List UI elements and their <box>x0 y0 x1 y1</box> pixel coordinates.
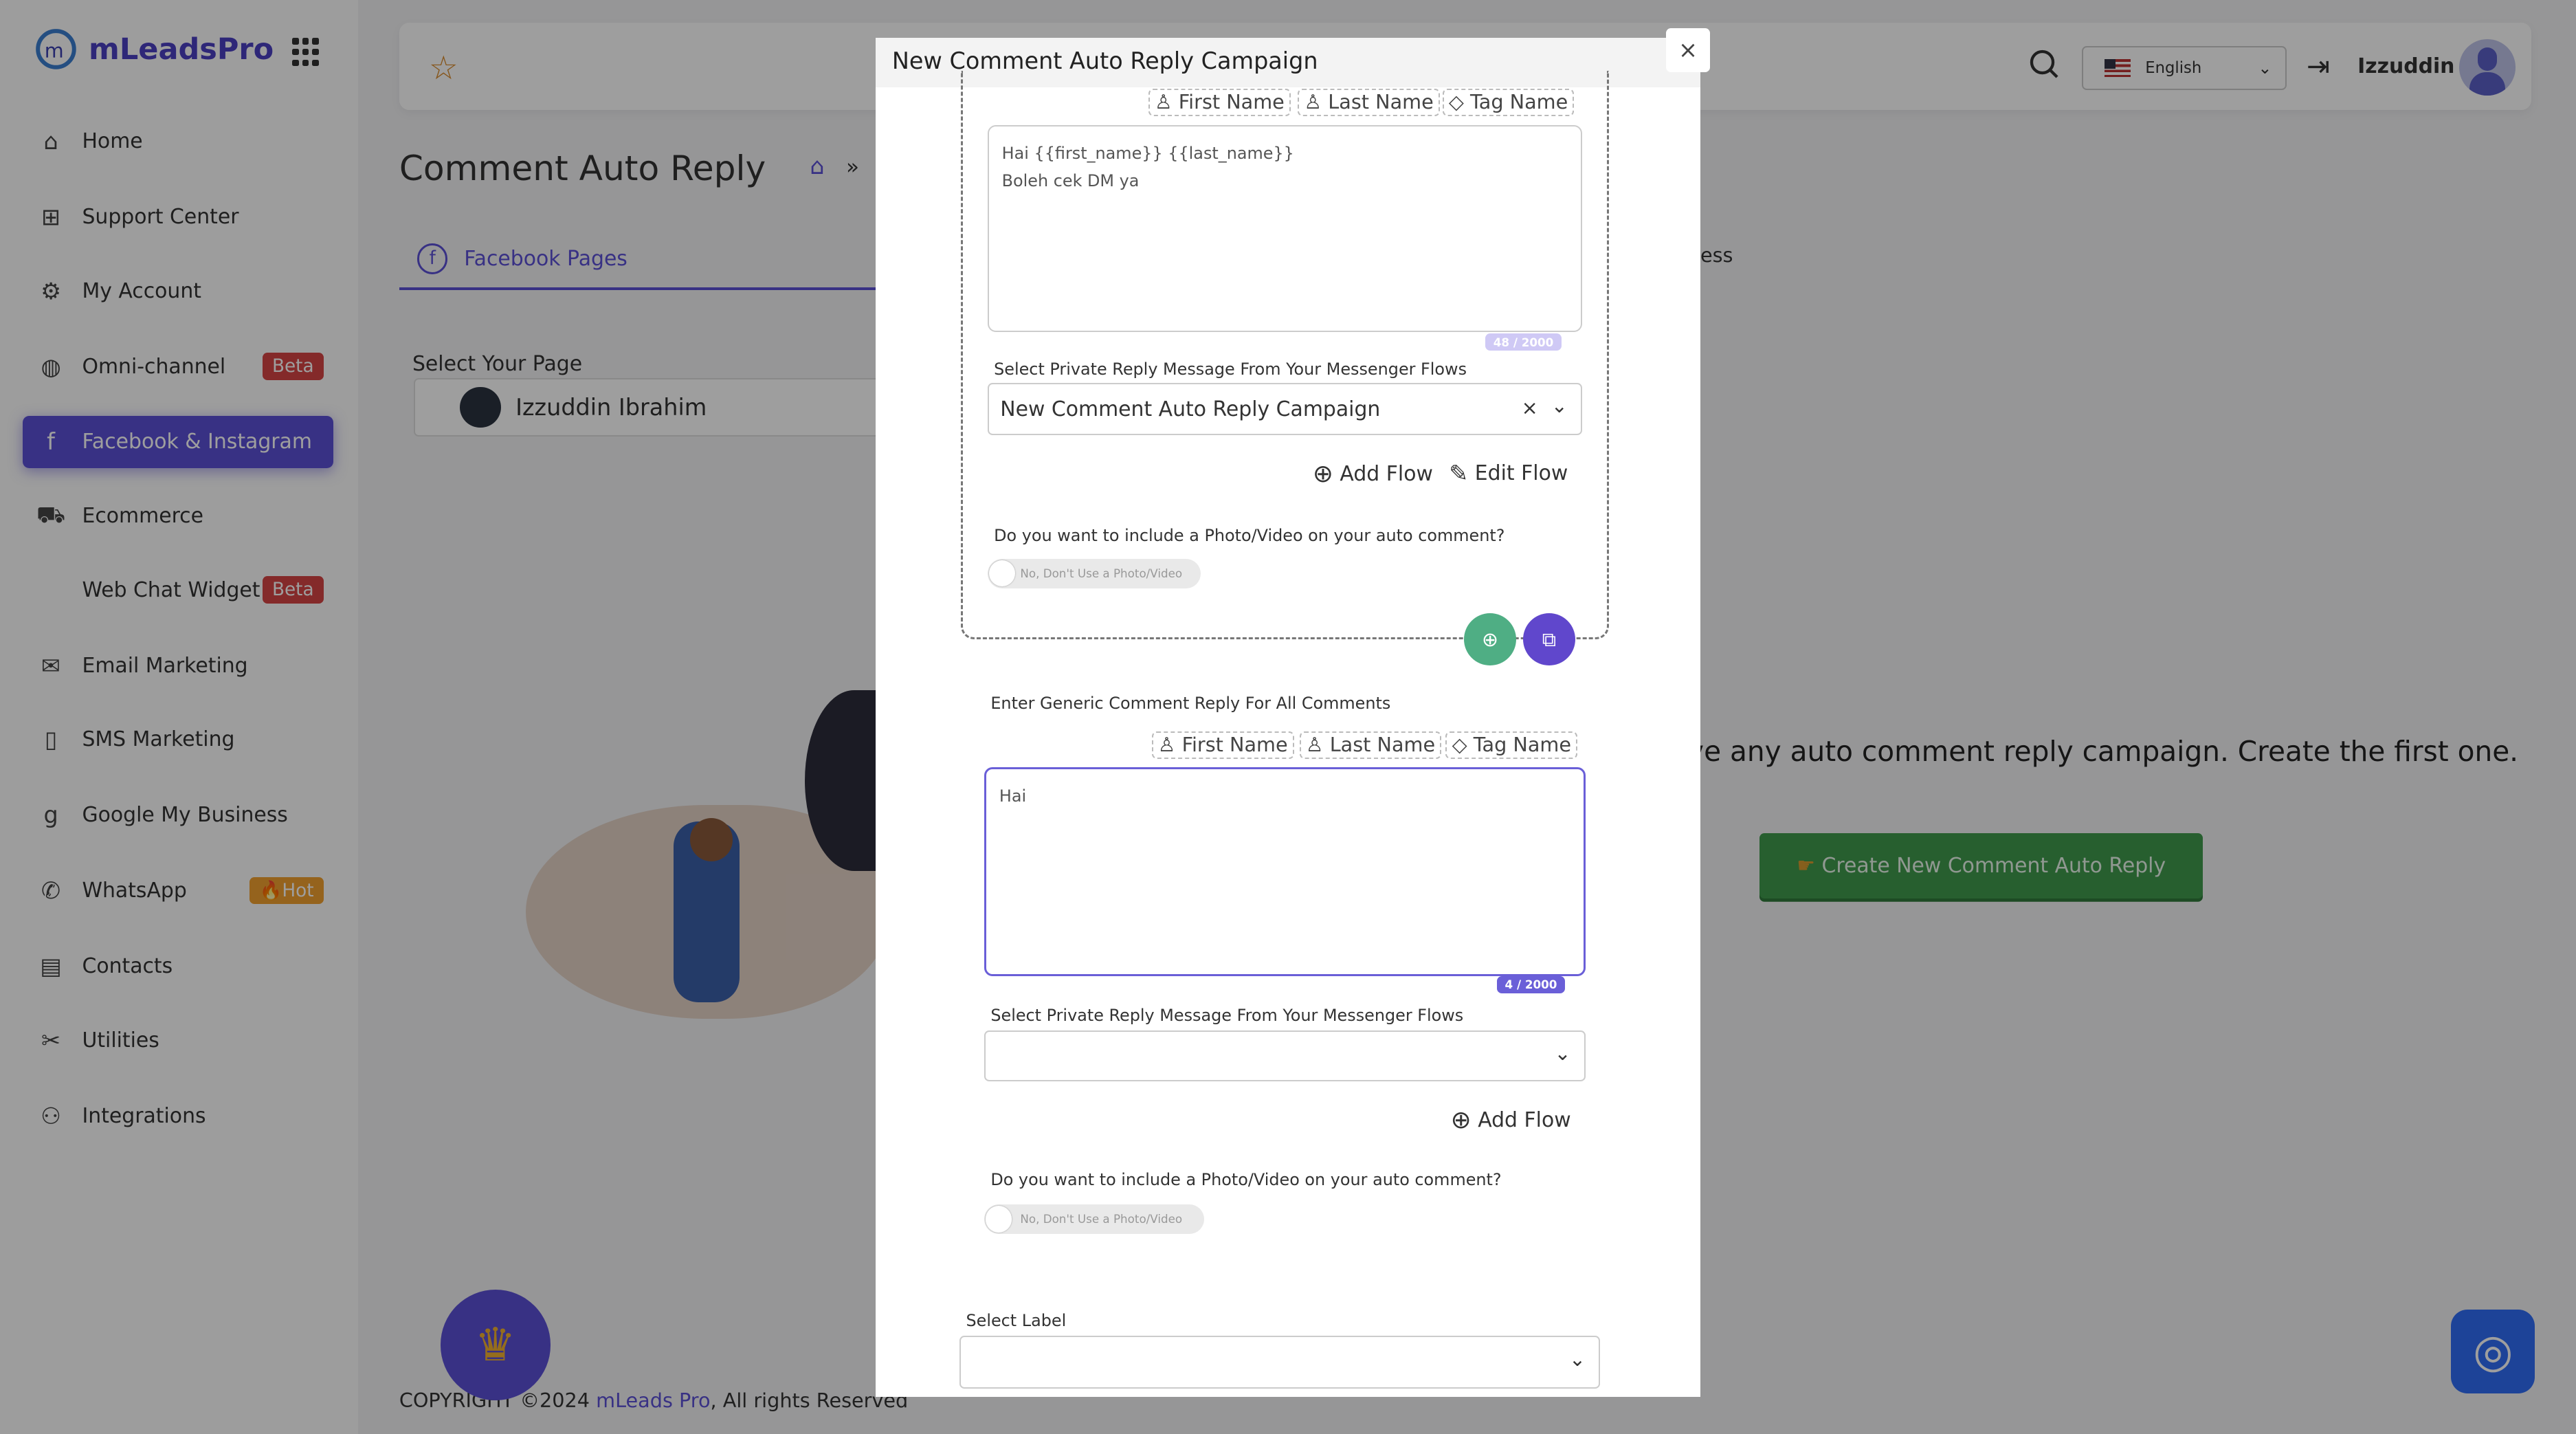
insert-tag-name-chip[interactable]: ◇ Tag Name <box>1442 89 1575 116</box>
toggle-knob <box>988 560 1016 587</box>
reply-line: Hai {{first_name}} {{last_name}} <box>1001 143 1294 163</box>
insert-last-name-chip[interactable]: ♙ Last Name <box>1299 731 1442 759</box>
reply-line: Boleh cek DM ya <box>1001 171 1140 191</box>
toggle-label: No, Don't Use a Photo/Video <box>1020 566 1183 580</box>
clear-icon[interactable]: × <box>1522 396 1538 419</box>
toggle-knob <box>986 1206 1012 1233</box>
edit-flow-label: Edit Flow <box>1474 461 1568 486</box>
chevron-down-icon[interactable]: ⌄ <box>1554 1041 1570 1065</box>
toggle-label: No, Don't Use a Photo/Video <box>1020 1212 1183 1226</box>
add-flow-label: Add Flow <box>1340 462 1433 487</box>
chip-label: Tag Name <box>1473 732 1572 756</box>
plus-circle-icon: ⊕ <box>1312 460 1333 489</box>
copy-reply-button[interactable]: ⧉ <box>1522 613 1576 666</box>
label-select[interactable]: ⌄ <box>959 1336 1601 1389</box>
chip-label: First Name <box>1181 732 1288 756</box>
generic-reply-label: Enter Generic Comment Reply For All Comm… <box>990 693 1391 713</box>
flow-select[interactable]: New Comment Auto Reply Campaign × ⌄ <box>987 382 1582 436</box>
flow-select-value: New Comment Auto Reply Campaign <box>1000 397 1381 422</box>
campaign-modal: New Comment Auto Reply Campaign ♙ First … <box>876 37 1700 1397</box>
flow-label: Select Private Reply Message From Your M… <box>990 1005 1464 1025</box>
flow-label: Select Private Reply Message From Your M… <box>994 360 1467 379</box>
chip-label: First Name <box>1178 90 1285 114</box>
chip-label: Last Name <box>1328 90 1434 114</box>
chevron-down-icon[interactable]: ⌄ <box>1569 1347 1586 1371</box>
add-flow-button[interactable]: ⊕ Add Flow <box>1313 460 1433 488</box>
char-counter: 4 / 2000 <box>1496 975 1566 993</box>
modal-close-button[interactable]: × <box>1665 27 1711 73</box>
photo-toggle[interactable]: No, Don't Use a Photo/Video <box>987 558 1201 588</box>
char-counter: 48 / 2000 <box>1485 333 1562 351</box>
insert-tag-name-chip[interactable]: ◇ Tag Name <box>1445 731 1578 759</box>
insert-last-name-chip[interactable]: ♙ Last Name <box>1298 89 1440 116</box>
photo-toggle[interactable]: No, Don't Use a Photo/Video <box>984 1204 1205 1235</box>
photo-question: Do you want to include a Photo/Video on … <box>994 525 1505 545</box>
edit-icon: ✎ <box>1449 460 1469 487</box>
plus-circle-icon: ⊕ <box>1450 1105 1472 1134</box>
chevron-down-icon[interactable]: ⌄ <box>1551 394 1568 417</box>
add-reply-button[interactable]: ⊕ <box>1463 613 1517 666</box>
select-label-label: Select Label <box>966 1311 1067 1331</box>
chip-label: Last Name <box>1329 732 1436 756</box>
reply-textarea[interactable]: Hai {{first_name}} {{last_name}} Boleh ce… <box>987 124 1582 332</box>
edit-flow-button[interactable]: ✎ Edit Flow <box>1449 460 1568 487</box>
generic-reply-value: Hai <box>999 786 1027 806</box>
insert-first-name-chip[interactable]: ♙ First Name <box>1151 731 1294 759</box>
insert-first-name-chip[interactable]: ♙ First Name <box>1148 89 1291 116</box>
generic-flow-select[interactable]: ⌄ <box>984 1030 1586 1081</box>
chip-label: Tag Name <box>1469 90 1568 114</box>
photo-question: Do you want to include a Photo/Video on … <box>990 1169 1502 1189</box>
generic-reply-textarea[interactable]: Hai <box>984 767 1586 976</box>
add-flow-label: Add Flow <box>1478 1107 1571 1132</box>
add-flow-button[interactable]: ⊕ Add Flow <box>1451 1106 1571 1134</box>
